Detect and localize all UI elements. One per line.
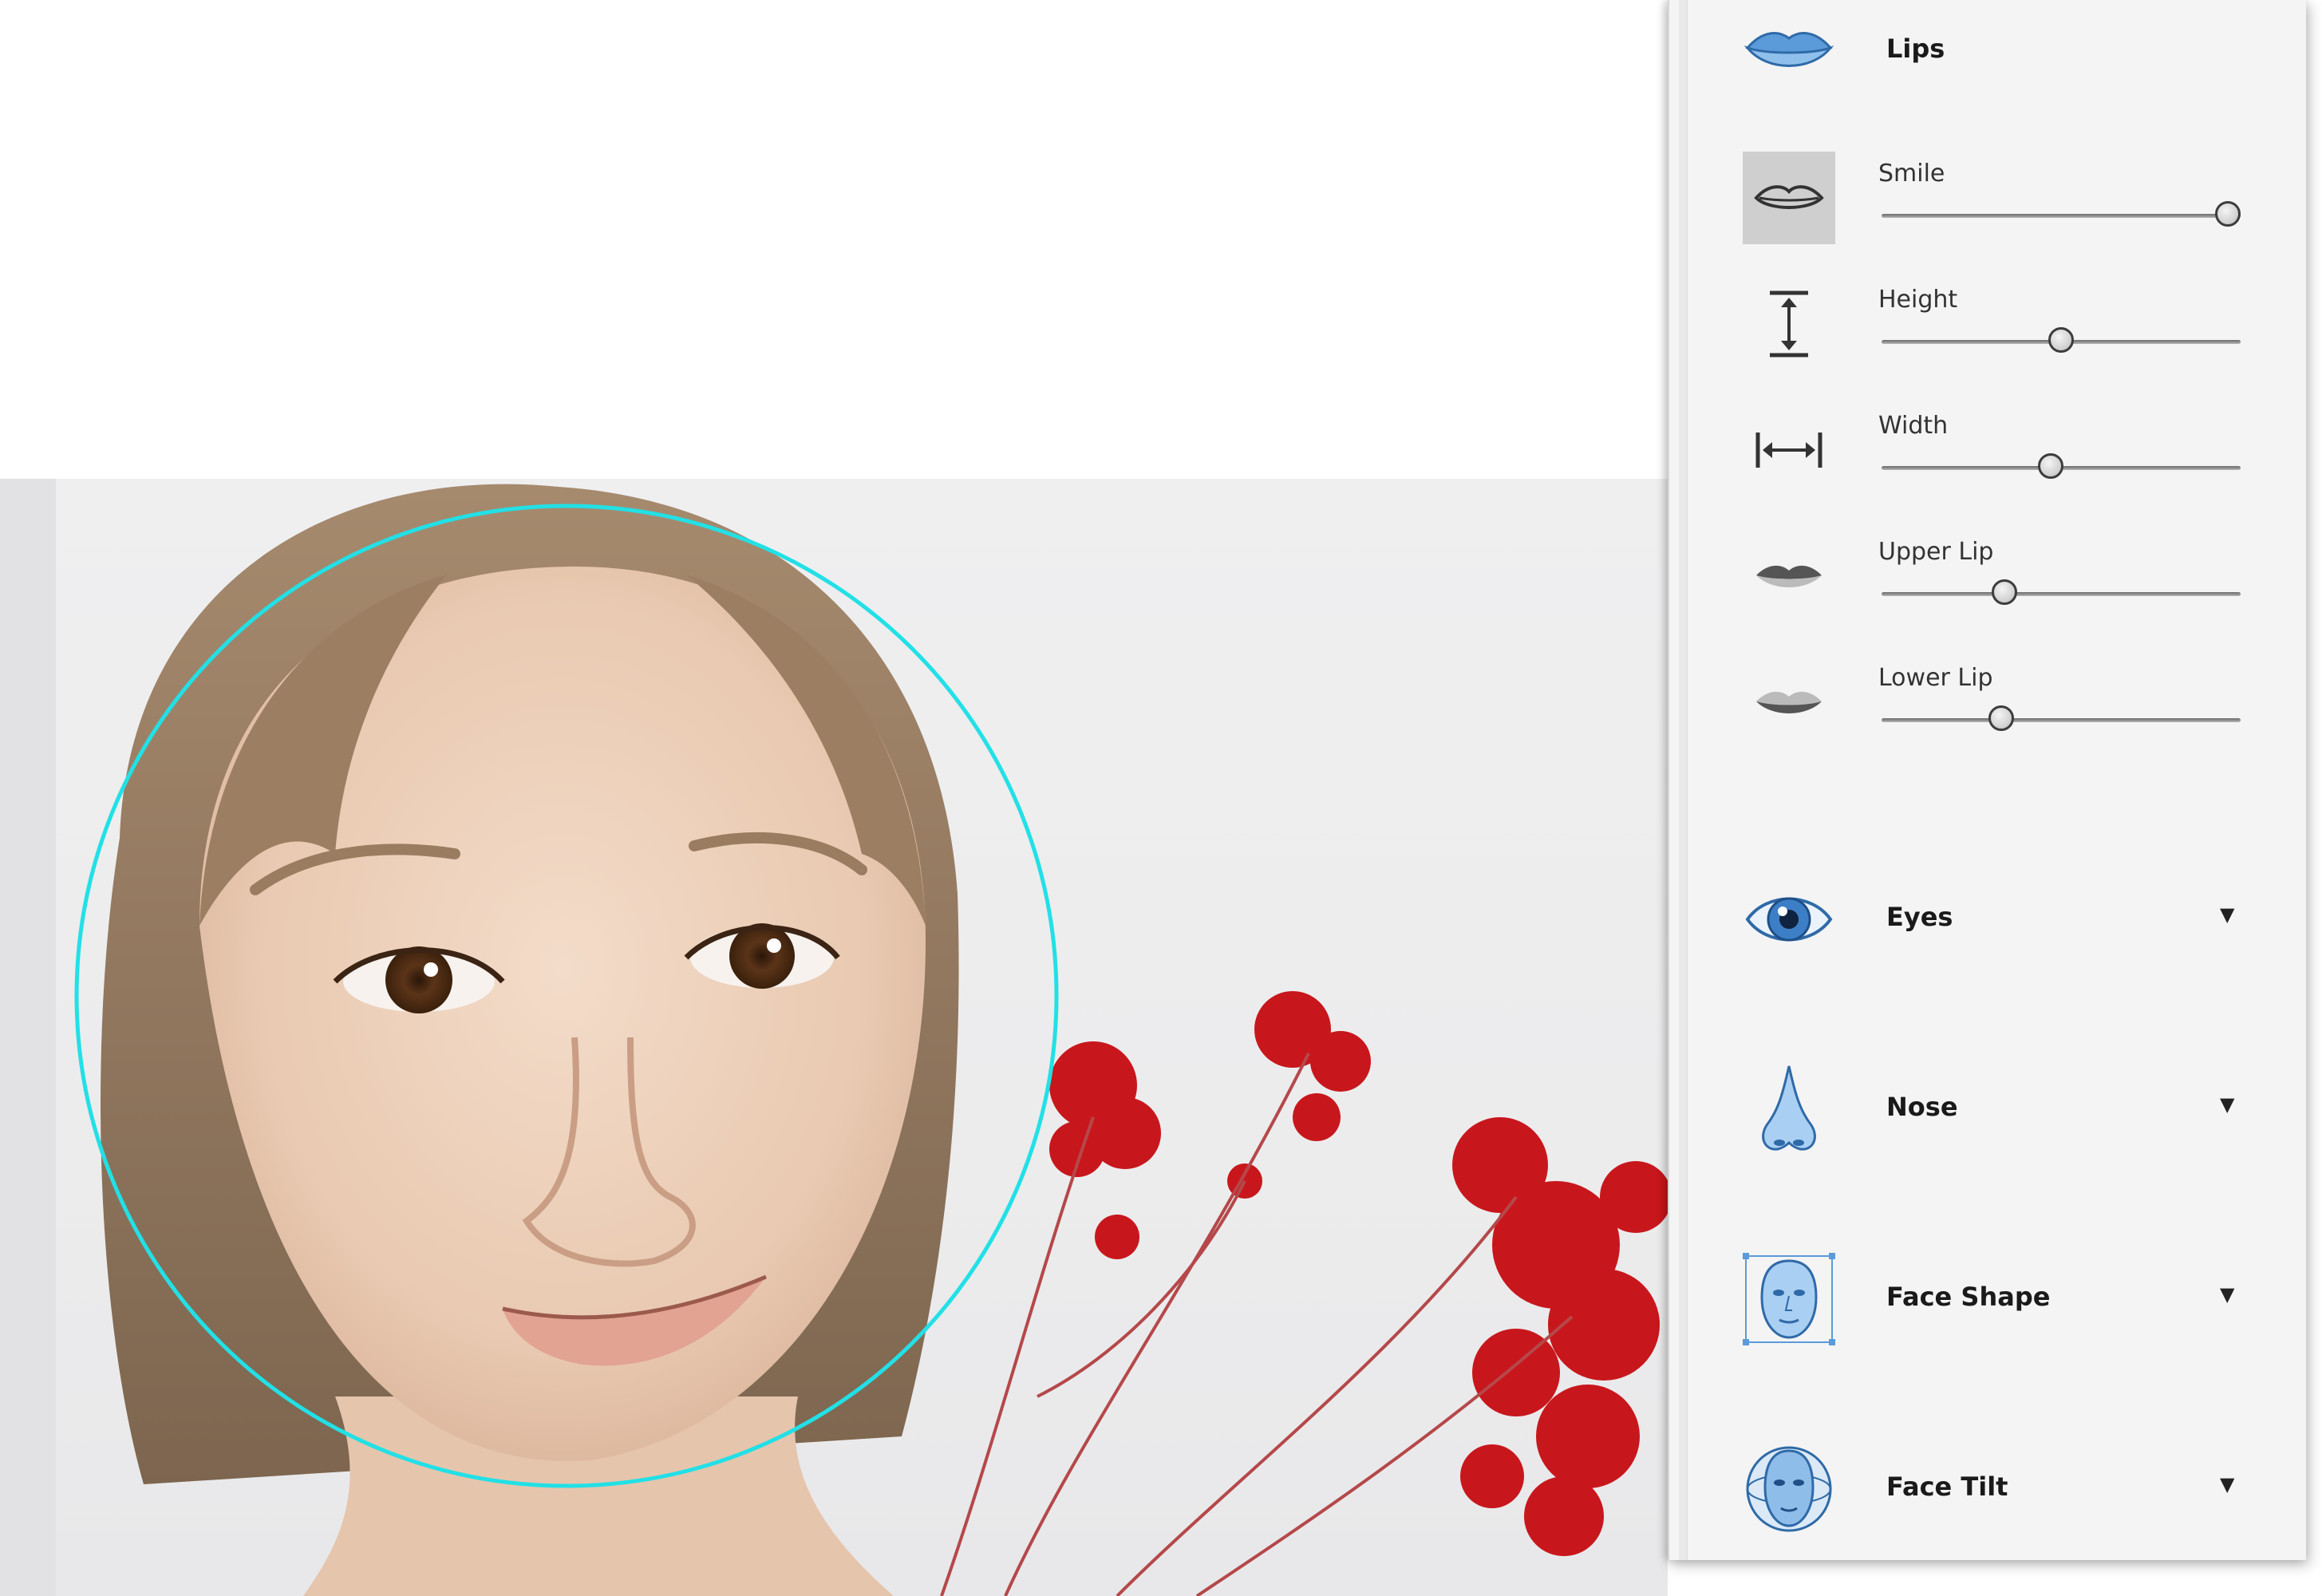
slider-track-smile[interactable] [1882, 214, 2241, 218]
slider-label-upper-lip: Upper Lip [1878, 538, 1994, 566]
nose-icon [1743, 1063, 1835, 1156]
section-face-shape-header[interactable]: Face Shape ▼ [1669, 1251, 2308, 1347]
section-eyes-header[interactable]: Eyes ▼ [1669, 871, 2308, 967]
section-nose-header[interactable]: Nose ▼ [1669, 1061, 2308, 1157]
lips-icon [1743, 3, 1835, 96]
slider-label-width: Width [1878, 412, 1949, 440]
chevron-down-icon[interactable]: ▼ [2220, 903, 2234, 926]
chevron-down-icon[interactable]: ▼ [2220, 1473, 2234, 1495]
section-lips-header[interactable]: Lips [1669, 2, 2308, 97]
slider-thumb-height[interactable] [2048, 327, 2074, 353]
section-face-tilt-header[interactable]: Face Tilt ▼ [1669, 1441, 2308, 1537]
upper-lip-icon[interactable] [1743, 530, 1835, 622]
section-lips-title: Lips [1886, 34, 1945, 64]
lower-lip-icon[interactable] [1743, 656, 1835, 749]
section-face-tilt-title: Face Tilt [1886, 1472, 2008, 1502]
slider-thumb-smile[interactable] [2215, 201, 2241, 227]
chevron-down-icon[interactable]: ▼ [2220, 1283, 2234, 1306]
section-face-shape-title: Face Shape [1886, 1282, 2051, 1312]
section-eyes-title: Eyes [1886, 902, 1953, 932]
slider-thumb-upper-lip[interactable] [1991, 579, 2017, 605]
slider-label-height: Height [1878, 286, 1958, 314]
portrait-photo [0, 479, 1668, 1596]
panel-bottom-gap [1668, 1556, 2322, 1596]
slider-track-upper-lip[interactable] [1882, 592, 2241, 596]
canvas-blank-area [0, 0, 1668, 479]
slider-row-lower-lip: Lower Lip [1669, 656, 2308, 768]
photo-canvas[interactable] [0, 479, 1668, 1596]
slider-thumb-width[interactable] [2038, 453, 2064, 479]
slider-row-width: Width [1669, 404, 2308, 516]
height-arrow-icon[interactable] [1743, 278, 1835, 370]
slider-row-upper-lip: Upper Lip [1669, 530, 2308, 642]
slider-label-lower-lip: Lower Lip [1878, 664, 1993, 692]
face-shape-icon [1743, 1253, 1835, 1345]
eye-icon [1743, 873, 1835, 966]
slider-label-smile: Smile [1878, 160, 1945, 188]
slider-thumb-lower-lip[interactable] [1988, 705, 2014, 731]
width-arrow-icon[interactable] [1743, 404, 1835, 496]
chevron-down-icon[interactable]: ▼ [2220, 1093, 2234, 1116]
slider-track-lower-lip[interactable] [1882, 718, 2241, 722]
face-adjust-panel: Lips Smile Height Width Upper Lip Lower … [1668, 0, 2306, 1560]
slider-row-smile: Smile [1669, 152, 2308, 263]
face-tilt-icon [1743, 1443, 1835, 1535]
smile-lips-icon[interactable] [1743, 152, 1835, 244]
slider-row-height: Height [1669, 278, 2308, 389]
section-nose-title: Nose [1886, 1092, 1958, 1122]
